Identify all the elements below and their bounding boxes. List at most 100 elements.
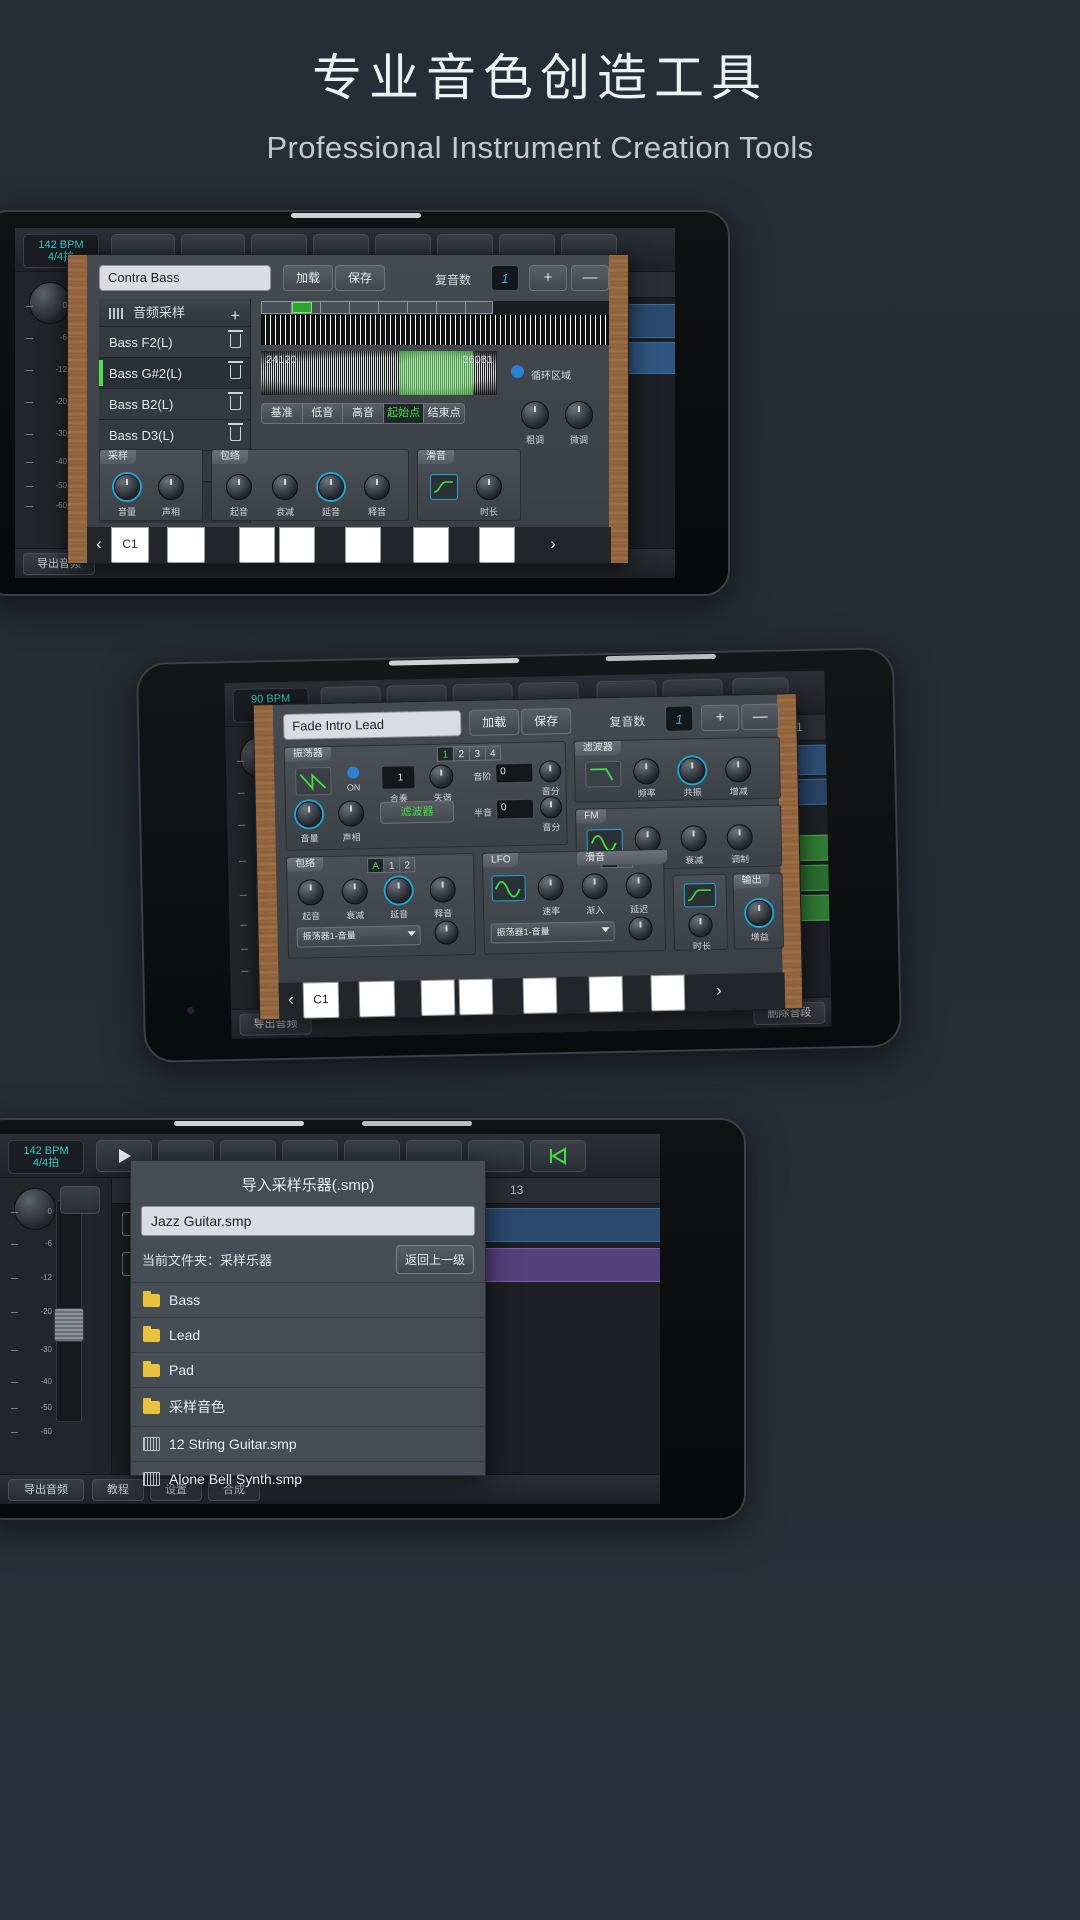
osc-tab-4[interactable]: 4	[485, 745, 501, 760]
piano-key[interactable]	[589, 976, 624, 1013]
audio-clip[interactable]	[472, 1208, 660, 1242]
delete-icon[interactable]	[230, 365, 241, 379]
load-button[interactable]: 加载	[283, 265, 333, 291]
preset-name-field[interactable]: Contra Bass	[99, 265, 271, 291]
delete-icon[interactable]	[230, 427, 241, 441]
piano-key[interactable]	[459, 979, 494, 1016]
polyphony-value[interactable]: 1	[665, 705, 694, 732]
key-range-strip[interactable]	[261, 301, 609, 345]
tab-base[interactable]: 基准	[261, 403, 302, 424]
osc-volume-knob[interactable]	[296, 801, 323, 828]
bpm-display[interactable]: 142 BPM 4/4拍	[8, 1140, 84, 1174]
filter-gain-knob[interactable]	[725, 756, 752, 783]
envelope-target-select[interactable]: 振荡器1-音量	[296, 925, 420, 948]
save-button[interactable]: 保存	[521, 708, 572, 735]
loop-region-toggle[interactable]	[511, 365, 524, 378]
sustain-knob[interactable]	[318, 474, 344, 500]
list-item[interactable]: 12 String Guitar.smp	[131, 1426, 485, 1461]
oscillator-waveform-button[interactable]	[295, 767, 332, 796]
piano-key[interactable]	[345, 527, 381, 563]
decay-knob[interactable]	[272, 474, 298, 500]
list-item[interactable]: Pad	[131, 1352, 485, 1387]
env-decay-knob[interactable]	[341, 878, 368, 905]
add-sample-icon[interactable]: +	[230, 302, 240, 330]
piano-key[interactable]	[421, 979, 456, 1016]
list-item[interactable]: Alone Bell Synth.smp	[131, 1461, 485, 1496]
lfo-shape-button[interactable]	[491, 875, 526, 902]
midi-clip[interactable]	[472, 1248, 660, 1282]
piano-key[interactable]	[279, 527, 315, 563]
filter-resonance-knob[interactable]	[679, 757, 706, 784]
coarse-tune-knob[interactable]	[521, 401, 549, 429]
volume-fader-handle[interactable]	[54, 1308, 84, 1342]
osc-tab-3[interactable]: 3	[469, 746, 485, 761]
piano-key[interactable]	[651, 975, 686, 1012]
lfo-amount-knob[interactable]	[628, 916, 652, 940]
env-attack-knob[interactable]	[297, 879, 324, 906]
filename-field[interactable]: Jazz Guitar.smp	[141, 1206, 475, 1236]
sample-pan-knob[interactable]	[158, 474, 184, 500]
output-gain-knob[interactable]	[746, 900, 773, 927]
filter-route-button[interactable]: 滤波器	[380, 800, 454, 824]
glide-time-knob[interactable]	[688, 913, 712, 937]
tab-start-point[interactable]: 起始点	[383, 403, 424, 424]
list-item[interactable]: Bass F2(L)	[99, 327, 250, 358]
fine-tune-knob[interactable]	[565, 401, 593, 429]
octave-prev-button[interactable]: ‹	[279, 983, 304, 1019]
lfo-target-select[interactable]: 振荡器1-音量	[490, 921, 614, 944]
filter-cutoff-knob[interactable]	[633, 758, 660, 785]
load-button[interactable]: 加载	[469, 709, 520, 736]
env-tab-2[interactable]: 2	[399, 857, 415, 872]
sample-waveform[interactable]: 24120 36081	[261, 351, 497, 395]
env-sustain-knob[interactable]	[385, 877, 412, 904]
tab-end-point[interactable]: 结束点	[423, 403, 465, 424]
osc-tab-1[interactable]: 1	[437, 746, 453, 761]
glide-time-knob[interactable]	[476, 474, 502, 500]
list-item[interactable]: Bass B2(L)	[99, 389, 250, 420]
filter-shape-button[interactable]	[585, 761, 622, 788]
polyphony-value[interactable]: 1	[491, 265, 519, 291]
semitone-step-value[interactable]: 0	[496, 799, 534, 820]
piano-key[interactable]	[239, 527, 275, 563]
octave-prev-button[interactable]: ‹	[87, 527, 111, 563]
detune-knob[interactable]	[429, 764, 453, 788]
piano-keyboard-1[interactable]: ‹ C1 ›	[87, 527, 611, 563]
list-item[interactable]: Bass	[131, 1282, 485, 1317]
lfo-fadein-knob[interactable]	[581, 873, 608, 900]
cents-knob-1[interactable]	[539, 760, 561, 782]
export-audio-button[interactable]: 导出音频	[8, 1479, 84, 1501]
sample-volume-knob[interactable]	[114, 474, 140, 500]
lfo-delay-knob[interactable]	[625, 872, 652, 899]
key-range-active[interactable]	[292, 302, 312, 313]
envelope-amount-knob[interactable]	[434, 920, 458, 944]
lfo-rate-knob[interactable]	[537, 874, 564, 901]
polyphony-decrease-button[interactable]: —	[741, 704, 780, 731]
polyphony-increase-button[interactable]: +	[529, 265, 567, 291]
piano-key[interactable]	[479, 527, 515, 563]
fm-decay-knob[interactable]	[680, 825, 707, 852]
octave-next-button[interactable]: ›	[541, 527, 565, 563]
osc-tab-2[interactable]: 2	[453, 746, 469, 761]
delete-icon[interactable]	[230, 334, 241, 348]
tab-low[interactable]: 低音	[302, 403, 343, 424]
delete-icon[interactable]	[230, 396, 241, 410]
list-item[interactable]: Bass D3(L)	[99, 420, 250, 451]
polyphony-increase-button[interactable]: +	[701, 704, 740, 731]
osc-pan-knob[interactable]	[338, 800, 365, 827]
cents-knob-2[interactable]	[540, 796, 562, 818]
octave-next-button[interactable]: ›	[707, 974, 732, 1010]
tab-high[interactable]: 高音	[342, 403, 383, 424]
oscillator-power-toggle[interactable]	[347, 766, 359, 778]
polyphony-decrease-button[interactable]: —	[571, 265, 609, 291]
list-item[interactable]: 采样音色	[131, 1387, 485, 1426]
list-item[interactable]: Lead	[131, 1317, 485, 1352]
fm-modulation-knob[interactable]	[726, 824, 753, 851]
piano-key[interactable]: C1	[303, 982, 340, 1019]
env-release-knob[interactable]	[429, 876, 456, 903]
piano-key[interactable]	[523, 977, 558, 1014]
save-button[interactable]: 保存	[335, 265, 385, 291]
go-to-start-button[interactable]	[530, 1140, 586, 1172]
piano-key[interactable]	[359, 981, 396, 1018]
env-tab-a[interactable]: A	[367, 858, 383, 873]
preset-name-field[interactable]: Fade Intro Lead	[283, 710, 462, 740]
